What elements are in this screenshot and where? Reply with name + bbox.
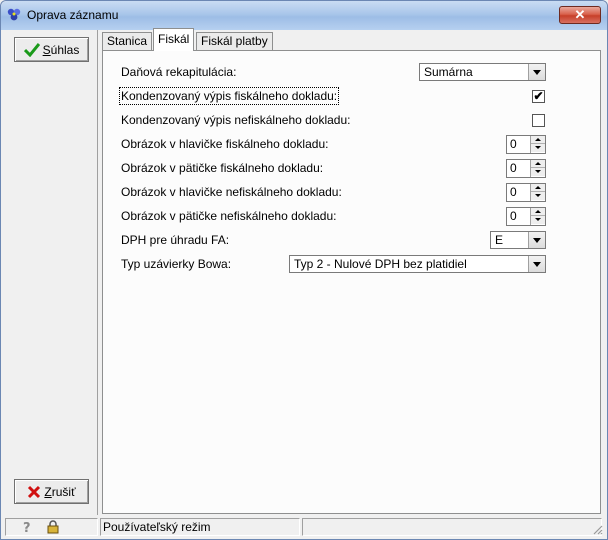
danova-rekapitulacia-value: Sumárna [424, 65, 473, 79]
spinner-value: 0 [510, 161, 517, 175]
resize-grip-icon[interactable] [591, 523, 603, 535]
dialog-window: Oprava záznamu ✕ Súhlas Zrušiť Stanica F… [0, 0, 608, 540]
spin-up-icon[interactable] [531, 136, 545, 144]
kondenzovany-nefiskalny-label: Kondenzovaný výpis nefiskálneho dokladu: [121, 113, 351, 127]
lock-icon[interactable] [46, 520, 60, 534]
cancel-accel: Z [44, 484, 52, 499]
app-icon [7, 8, 21, 21]
red-x-icon [28, 485, 41, 498]
spin-down-icon[interactable] [531, 168, 545, 176]
spin-up-icon[interactable] [531, 208, 545, 216]
close-button[interactable]: ✕ [559, 6, 601, 24]
status-empty-cell [302, 518, 602, 536]
dph-uhrada-select[interactable]: E [490, 231, 546, 249]
danova-rekapitulacia-label: Daňová rekapitulácia: [121, 65, 237, 79]
checkbox-check-icon: ✔ [533, 89, 544, 103]
obrazok-paticka-fiskalny-label: Obrázok v pätičke fiskálneho dokladu: [121, 161, 324, 175]
status-mode-cell: Používateľský režim [100, 518, 300, 536]
obrazok-paticka-fiskalny-spinner[interactable]: 0 [506, 159, 546, 178]
confirm-label: úhlas [50, 42, 80, 57]
spin-down-icon[interactable] [531, 216, 545, 224]
spin-up-icon[interactable] [531, 184, 545, 192]
chevron-down-icon[interactable] [528, 232, 545, 248]
spinner-value: 0 [510, 137, 517, 151]
kondenzovany-nefiskalny-checkbox[interactable] [532, 114, 545, 127]
window-title: Oprava záznamu [27, 8, 119, 22]
confirm-accel: S [42, 42, 51, 57]
close-icon: ✕ [574, 7, 586, 22]
spinner-value: 0 [510, 209, 517, 223]
typ-uzavierky-label: Typ uzávierky Bowa: [121, 257, 232, 271]
kondenzovany-fiskalny-checkbox[interactable]: ✔ [532, 90, 545, 103]
svg-text:?: ? [23, 521, 31, 534]
chevron-down-icon[interactable] [528, 256, 545, 272]
status-mode-text: Používateľský režim [103, 520, 211, 534]
obrazok-hlavicka-nefiskalny-spinner[interactable]: 0 [506, 183, 546, 202]
tab-fiskal-platby[interactable]: Fiskál platby [196, 32, 273, 50]
fiskal-tab-panel: Daňová rekapitulácia: Sumárna Kondenzova… [102, 50, 601, 514]
dph-uhrada-value: E [495, 233, 504, 247]
spin-down-icon[interactable] [531, 192, 545, 200]
status-icons-cell: ? [5, 518, 98, 536]
spin-down-icon[interactable] [531, 144, 545, 152]
status-bar: ? Používateľský režim [5, 516, 604, 536]
tab-stanica[interactable]: Stanica [102, 32, 153, 50]
typ-uzavierky-select[interactable]: Typ 2 - Nulové DPH bez platidiel [289, 255, 546, 273]
cancel-label: rušiť [51, 484, 76, 499]
spin-up-icon[interactable] [531, 160, 545, 168]
help-icon[interactable]: ? [20, 520, 34, 534]
obrazok-hlavicka-fiskalny-label: Obrázok v hlavičke fiskálneho dokladu: [121, 137, 329, 151]
dph-uhrada-label: DPH pre úhradu FA: [121, 233, 230, 247]
title-bar[interactable]: Oprava záznamu ✕ [1, 1, 607, 30]
spinner-value: 0 [510, 185, 517, 199]
chevron-down-icon[interactable] [528, 64, 545, 80]
kondenzovany-fiskalny-label: Kondenzovaný výpis fiskálneho dokladu: [118, 87, 340, 105]
confirm-button[interactable]: Súhlas [14, 37, 89, 62]
cancel-button[interactable]: Zrušiť [14, 479, 89, 504]
typ-uzavierky-value: Typ 2 - Nulové DPH bez platidiel [294, 257, 467, 271]
obrazok-paticka-nefiskalny-label: Obrázok v pätičke nefiskálneho dokladu: [121, 209, 337, 223]
checkmark-icon [23, 42, 40, 57]
obrazok-paticka-nefiskalny-spinner[interactable]: 0 [506, 207, 546, 226]
obrazok-hlavicka-fiskalny-spinner[interactable]: 0 [506, 135, 546, 154]
client-area: Súhlas Zrušiť Stanica Fiskál Fiskál plat… [5, 28, 604, 536]
obrazok-hlavicka-nefiskalny-label: Obrázok v hlavičke nefiskálneho dokladu: [121, 185, 342, 199]
tab-fiskal[interactable]: Fiskál [153, 28, 195, 51]
left-button-panel: Súhlas Zrušiť [5, 30, 98, 515]
danova-rekapitulacia-select[interactable]: Sumárna [419, 63, 546, 81]
